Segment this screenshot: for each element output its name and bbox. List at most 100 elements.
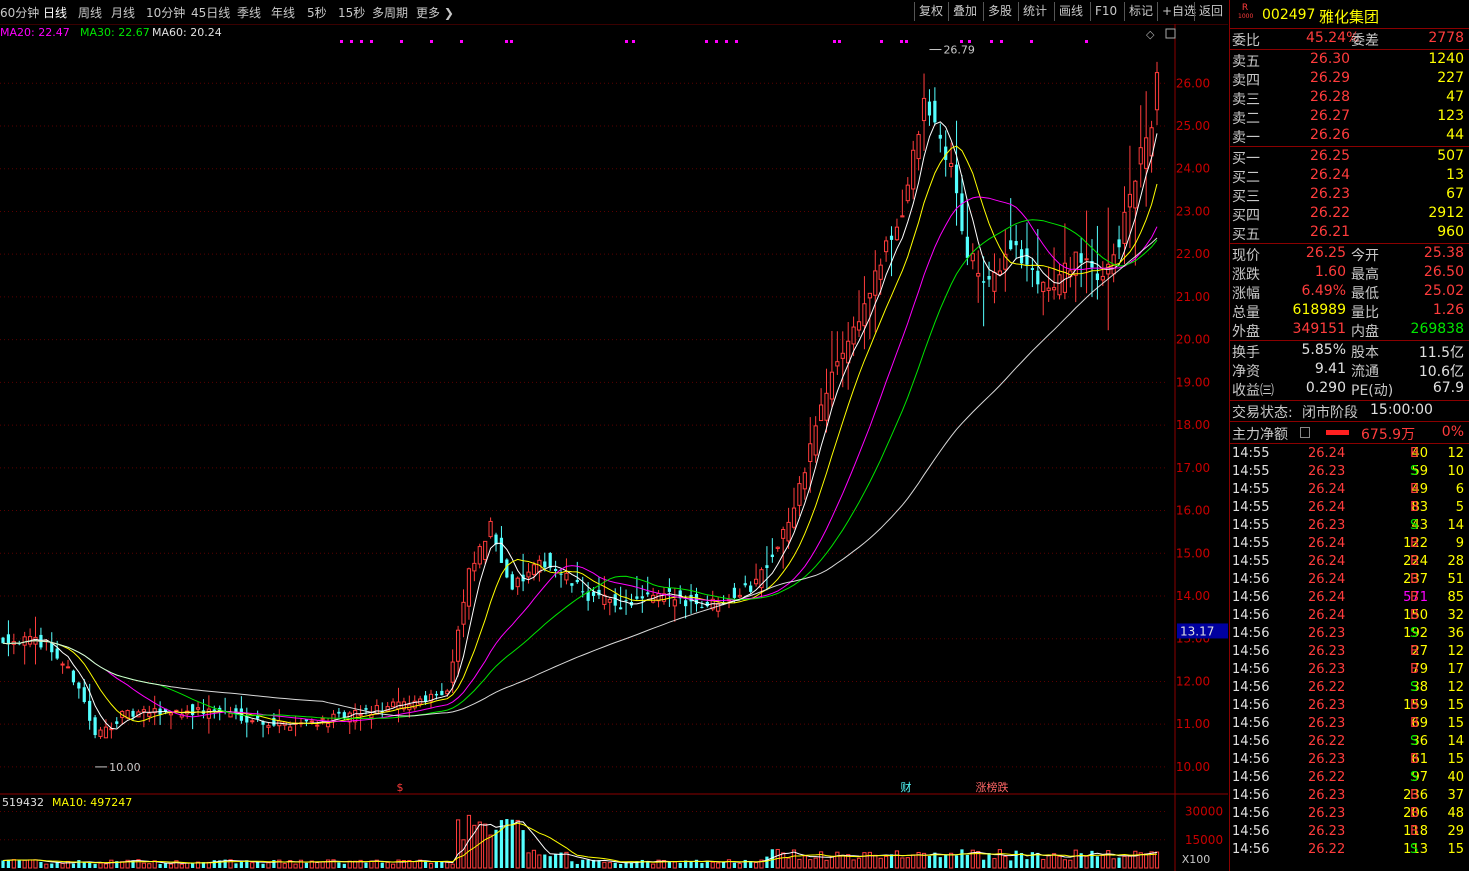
toolbar-button[interactable]: F10 xyxy=(1090,2,1121,21)
period-tab[interactable]: 45日线 xyxy=(191,4,230,21)
tick-row[interactable]: 14:56 26.23 27 B 12 xyxy=(1230,644,1469,662)
tick-row[interactable]: 14:56 26.23 79 B 17 xyxy=(1230,662,1469,680)
price-tick-label: 19.00 xyxy=(1176,375,1210,389)
quote-label: 现价 xyxy=(1232,248,1260,264)
tick-row[interactable]: 14:55 26.23 59 S 10 xyxy=(1230,464,1469,482)
toolbar-button[interactable]: 复权 xyxy=(914,2,947,21)
weicha-label: 委差 xyxy=(1351,33,1379,49)
tick-time: 14:55 xyxy=(1232,464,1270,479)
tick-row[interactable]: 14:56 26.24 237 B 51 xyxy=(1230,572,1469,590)
volume-bar xyxy=(261,863,265,868)
volume-bar xyxy=(450,863,455,869)
volume-bar xyxy=(515,819,520,869)
tick-row[interactable]: 14:55 26.24 122 B 9 xyxy=(1230,536,1469,554)
volume-bar xyxy=(412,861,417,869)
period-tab[interactable]: 季线 xyxy=(237,4,261,21)
tick-row[interactable]: 14:56 26.22 38 S 12 xyxy=(1230,680,1469,698)
toolbar-button[interactable]: 标记 xyxy=(1124,2,1157,21)
ask-label: 卖四 xyxy=(1232,73,1260,89)
tick-row[interactable]: 14:55 26.24 224 B 28 xyxy=(1230,554,1469,572)
tick-price: 26.23 xyxy=(1308,626,1346,641)
period-tab[interactable]: 15秒 xyxy=(338,4,365,21)
tick-time: 14:56 xyxy=(1232,680,1270,695)
volume-bar xyxy=(380,862,384,868)
ask-row[interactable]: 卖四 26.29 227 xyxy=(1230,70,1469,89)
volume-bar xyxy=(710,861,715,869)
tick-row[interactable]: 14:55 26.23 43 S 14 xyxy=(1230,518,1469,536)
tick-row[interactable]: 14:56 26.22 36 S 14 xyxy=(1230,734,1469,752)
candle-body xyxy=(1041,281,1046,293)
bid-row[interactable]: 买四 26.22 2912 xyxy=(1230,205,1469,224)
tick-row[interactable]: 14:56 26.24 571 B 85 xyxy=(1230,590,1469,608)
period-tab[interactable]: 5秒 xyxy=(307,4,327,21)
candle-body xyxy=(976,272,981,277)
volume-bar xyxy=(179,863,184,869)
tick-row[interactable]: 14:56 26.23 118 B 29 xyxy=(1230,824,1469,842)
mainforce-pct: 0% xyxy=(1441,424,1464,440)
tick-row[interactable]: 14:56 26.22 97 S 40 xyxy=(1230,770,1469,788)
quote-label: 涨幅 xyxy=(1232,286,1260,302)
toolbar-button[interactable]: 叠加 xyxy=(948,2,981,21)
tick-row[interactable]: 14:56 26.23 69 B 15 xyxy=(1230,716,1469,734)
price-tick-label: 15.00 xyxy=(1176,546,1210,560)
list-icon[interactable] xyxy=(1300,427,1310,438)
kline-chart[interactable]: 26.00 25.00 24.00 23.00 22.00 21.00 20.00 19.00… xyxy=(0,24,1228,871)
candle-body xyxy=(1046,287,1051,291)
ask-volume: 1240 xyxy=(1428,51,1464,67)
ask-row[interactable]: 卖三 26.28 47 xyxy=(1230,89,1469,108)
volume-bar xyxy=(1073,849,1078,869)
price-tick-label: 22.00 xyxy=(1176,247,1210,261)
volume-bar xyxy=(1003,855,1008,869)
tick-price: 26.24 xyxy=(1308,554,1346,569)
mainforce-row[interactable]: 主力净额 675.9万 0% xyxy=(1230,424,1469,443)
candle-body xyxy=(970,253,975,262)
candle-body xyxy=(455,629,461,662)
tick-row[interactable]: 14:56 26.22 113 S 15 xyxy=(1230,842,1469,860)
period-tab[interactable]: 月线 xyxy=(111,4,135,21)
tick-time: 14:55 xyxy=(1232,536,1270,551)
volume-bar xyxy=(581,859,585,868)
tick-row[interactable]: 14:56 26.23 159 B 15 xyxy=(1230,698,1469,716)
period-tab[interactable]: 日线 xyxy=(43,4,67,21)
candle-body xyxy=(982,281,986,283)
candle-body xyxy=(802,472,807,490)
stock-code[interactable]: 002497 xyxy=(1262,7,1315,23)
volume-bar xyxy=(147,863,152,869)
tick-row[interactable]: 14:55 26.24 83 B 5 xyxy=(1230,500,1469,518)
toolbar-button[interactable]: 统计 xyxy=(1018,2,1051,21)
fundamental-value: 11.5亿 xyxy=(1418,345,1464,361)
toolbar-button[interactable]: 多股 xyxy=(983,2,1016,21)
bid-row[interactable]: 买五 26.21 960 xyxy=(1230,224,1469,243)
period-tab[interactable]: 10分钟 xyxy=(146,4,185,21)
tick-row[interactable]: 14:55 26.24 40 B 12 xyxy=(1230,446,1469,464)
tick-row[interactable]: 14:55 26.24 49 B 6 xyxy=(1230,482,1469,500)
tick-row[interactable]: 14:56 26.24 150 B 32 xyxy=(1230,608,1469,626)
bid-row[interactable]: 买二 26.24 13 xyxy=(1230,167,1469,186)
quote-value: 349151 xyxy=(1292,321,1346,337)
stock-name[interactable]: 雅化集团 xyxy=(1319,6,1379,27)
volume-bar xyxy=(543,854,547,868)
bid-row[interactable]: 买三 26.23 67 xyxy=(1230,186,1469,205)
price-tag-label: 13.17 xyxy=(1180,624,1214,638)
candle-body xyxy=(840,352,845,359)
volume-bar xyxy=(531,849,537,869)
candle-body xyxy=(954,164,959,194)
tick-row[interactable]: 14:56 26.23 236 B 37 xyxy=(1230,788,1469,806)
tick-row[interactable]: 14:56 26.23 206 B 48 xyxy=(1230,806,1469,824)
period-tab[interactable]: 多周期 xyxy=(372,4,408,21)
tick-row[interactable]: 14:56 26.23 61 B 15 xyxy=(1230,752,1469,770)
toolbar-button[interactable]: 画线 xyxy=(1054,2,1087,21)
tick-row[interactable]: 14:56 26.23 192 S 36 xyxy=(1230,626,1469,644)
ask-row[interactable]: 卖五 26.30 1240 xyxy=(1230,51,1469,70)
ask-row[interactable]: 卖二 26.27 123 xyxy=(1230,108,1469,127)
bid-row[interactable]: 买一 26.25 507 xyxy=(1230,148,1469,167)
volume-bar xyxy=(570,861,574,868)
period-tab[interactable]: 60分钟 xyxy=(0,4,39,21)
event-marker xyxy=(632,40,635,43)
toolbar-button[interactable]: 返回 xyxy=(1194,2,1227,21)
period-tab[interactable]: 周线 xyxy=(78,4,102,21)
period-tab[interactable]: 年线 xyxy=(271,4,295,21)
period-tab[interactable]: 更多 ❯ xyxy=(416,4,454,21)
ask-row[interactable]: 卖一 26.26 44 xyxy=(1230,127,1469,146)
candle-body xyxy=(591,591,596,596)
